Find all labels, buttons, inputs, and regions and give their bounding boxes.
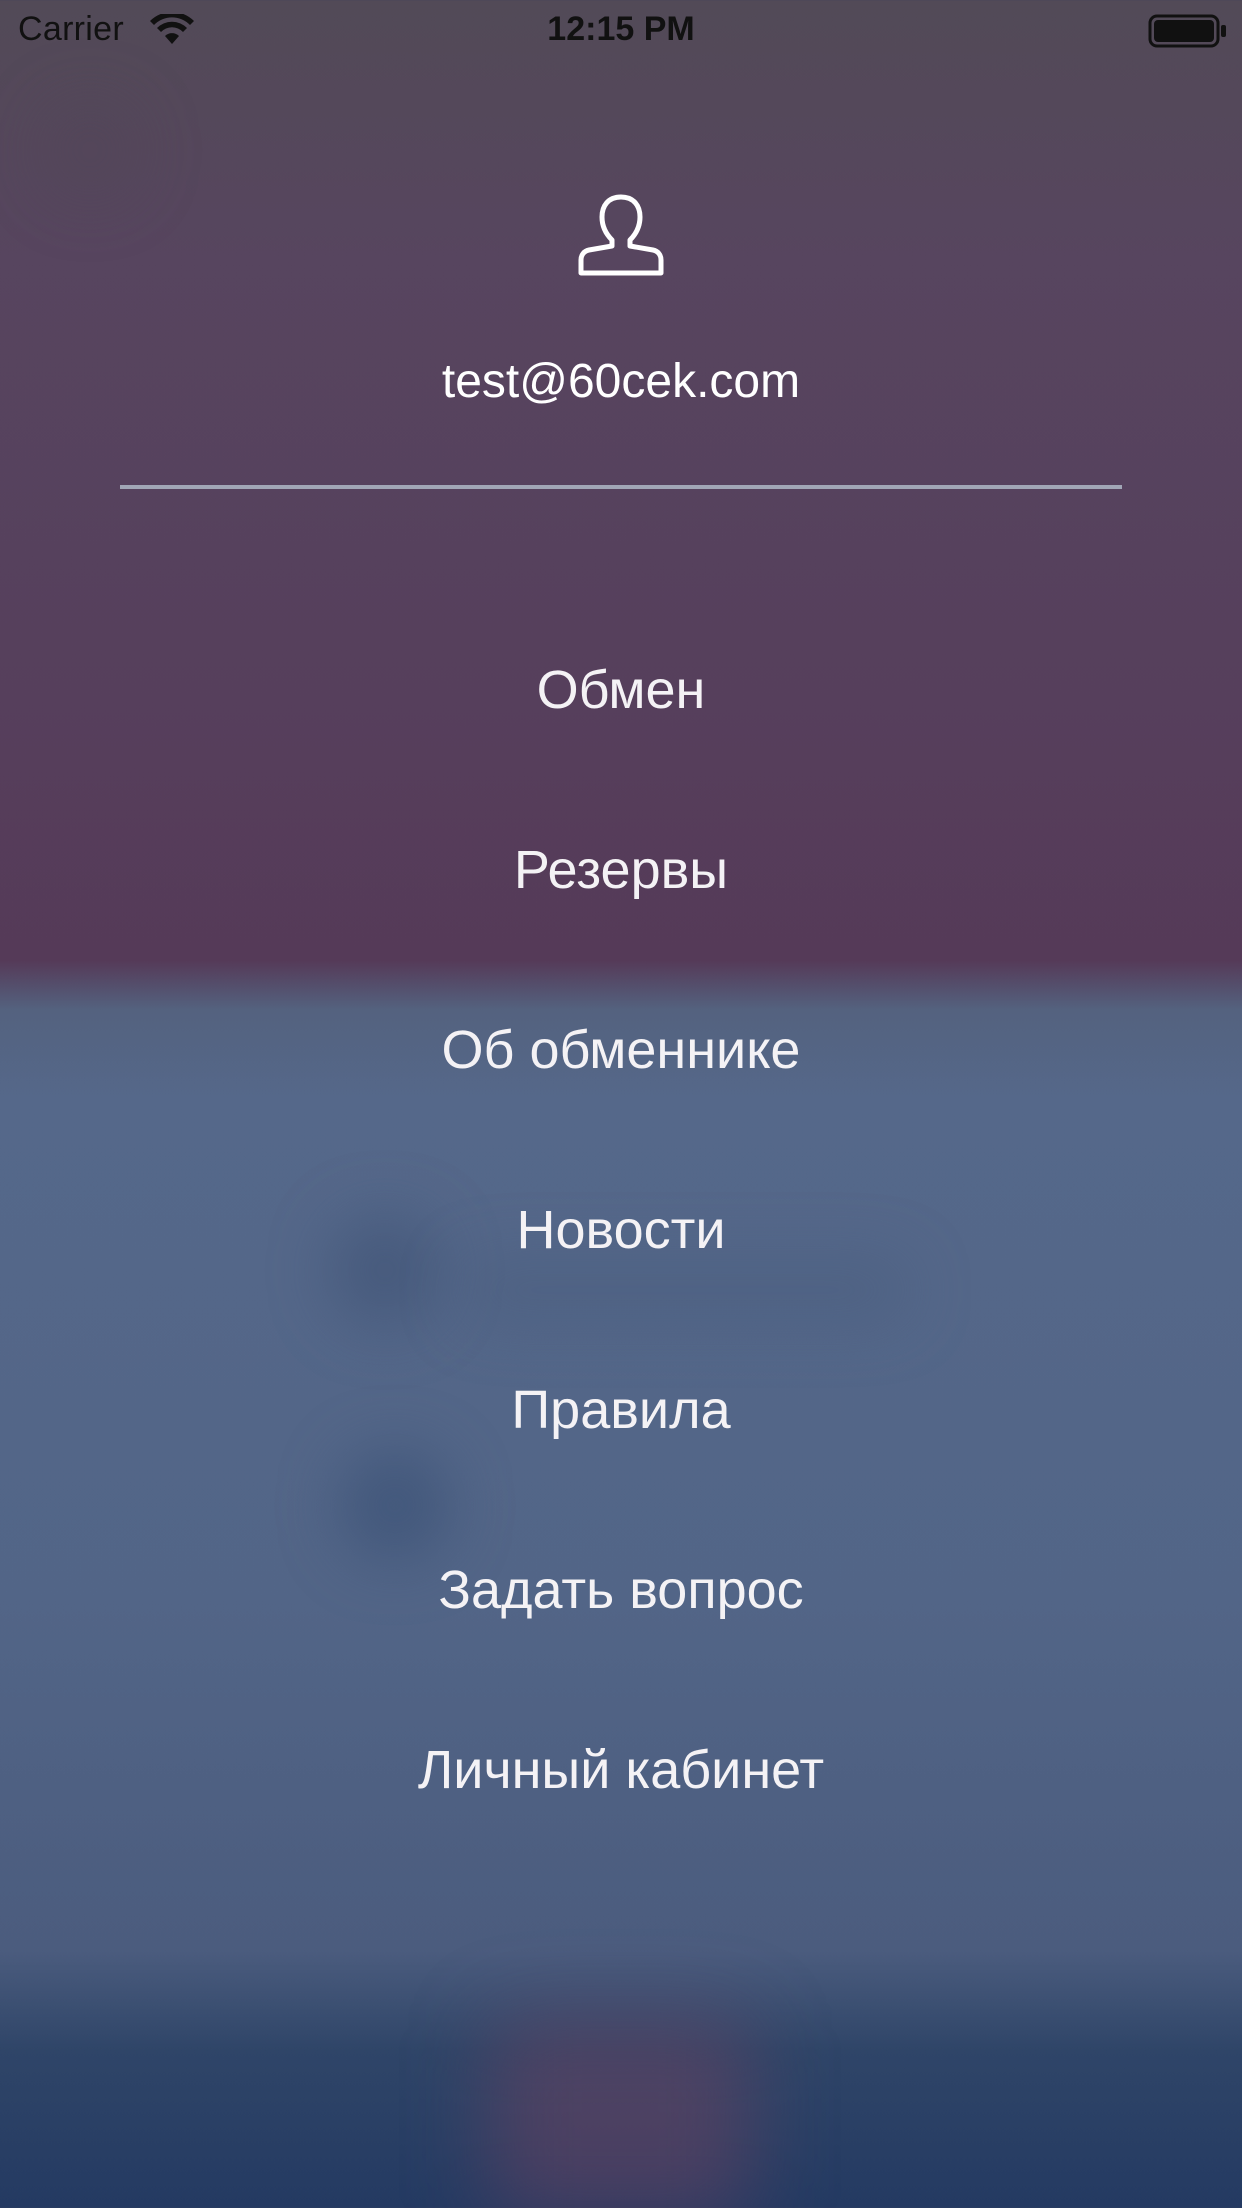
background-blur [40,100,140,200]
menu-item-reserves[interactable]: Резервы [0,820,1242,920]
menu-item-account[interactable]: Личный кабинет [0,1720,1242,1820]
divider [120,485,1122,489]
background-blur [490,2020,750,2208]
menu-item-rules[interactable]: Правила [0,1360,1242,1460]
user-email: test@60cek.com [441,355,801,408]
menu-item-about[interactable]: Об обменнике [0,1000,1242,1100]
user-icon[interactable] [577,193,665,277]
menu-item-exchange[interactable]: Обмен [0,640,1242,740]
status-bar: Carrier 12:15 PM [0,0,1242,60]
battery-icon [1148,14,1226,48]
menu-item-ask-question[interactable]: Задать вопрос [0,1540,1242,1640]
menu-item-news[interactable]: Новости [0,1180,1242,1280]
clock: 12:15 PM [547,10,695,48]
